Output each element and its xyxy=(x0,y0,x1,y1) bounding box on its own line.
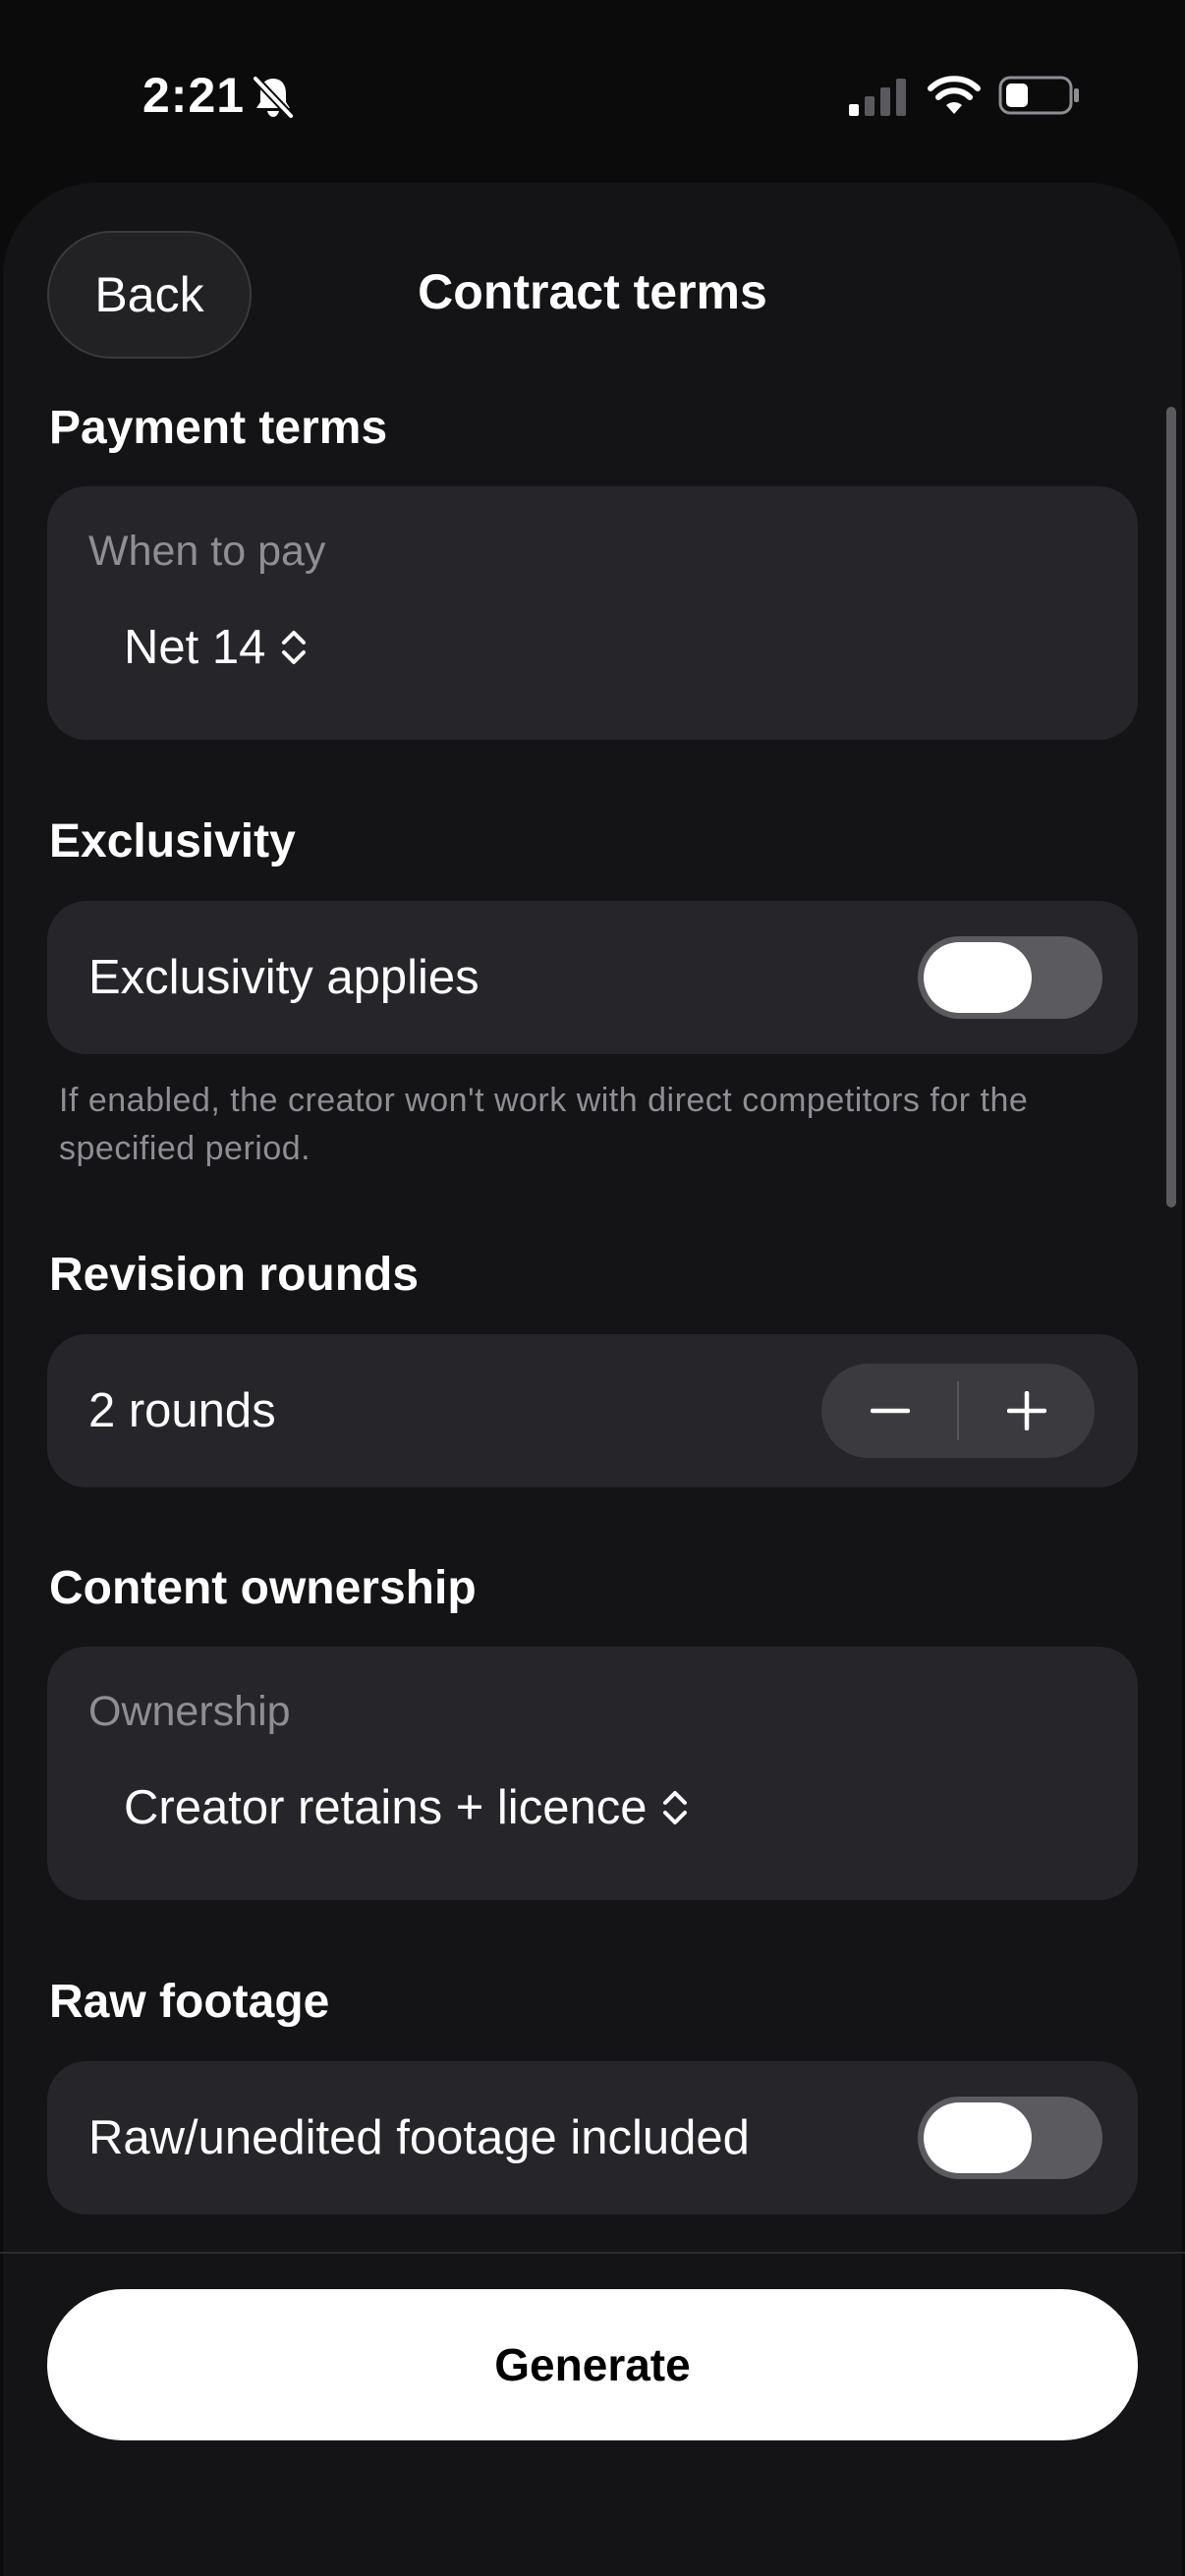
exclusivity-label: Exclusivity applies xyxy=(88,951,480,1004)
status-time: 2:21 xyxy=(142,68,246,123)
minus-icon xyxy=(870,1408,910,1414)
increment-button[interactable] xyxy=(958,1364,1095,1458)
exclusivity-title: Exclusivity xyxy=(49,815,296,868)
cellular-signal-icon xyxy=(849,79,906,116)
raw-footage-label: Raw/unedited footage included xyxy=(88,2111,750,2164)
wifi-icon xyxy=(928,76,981,114)
revision-rounds-value: 2 rounds xyxy=(88,1384,276,1437)
when-to-pay-label: When to pay xyxy=(88,528,326,575)
battery-icon xyxy=(998,76,1079,115)
raw-footage-toggle[interactable] xyxy=(918,2097,1102,2179)
content-ownership-title: Content ownership xyxy=(49,1562,477,1614)
payment-terms-card: When to pay Net 14 xyxy=(47,486,1138,740)
chevron-up-down-icon xyxy=(282,631,307,664)
ownership-value: Creator retains + licence xyxy=(124,1781,648,1834)
payment-terms-title: Payment terms xyxy=(49,402,388,454)
raw-footage-card: Raw/unedited footage included xyxy=(47,2061,1138,2214)
exclusivity-toggle[interactable] xyxy=(918,936,1102,1019)
plus-icon xyxy=(1006,1391,1046,1430)
revision-rounds-title: Revision rounds xyxy=(49,1249,420,1301)
generate-button[interactable]: Generate xyxy=(47,2289,1138,2440)
bottom-divider xyxy=(0,2252,1185,2254)
exclusivity-card: Exclusivity applies xyxy=(47,901,1138,1054)
raw-footage-title: Raw footage xyxy=(49,1976,330,2028)
page-title: Contract terms xyxy=(418,264,767,319)
revision-rounds-stepper xyxy=(821,1364,1095,1458)
bell-off-icon xyxy=(252,75,295,120)
decrement-button[interactable] xyxy=(821,1364,958,1458)
chevron-up-down-icon xyxy=(663,1791,688,1824)
when-to-pay-picker[interactable]: Net 14 xyxy=(124,620,309,675)
ownership-label: Ownership xyxy=(88,1688,291,1735)
status-bar: 2:21 xyxy=(0,0,1185,187)
when-to-pay-value: Net 14 xyxy=(124,621,266,674)
ownership-picker[interactable]: Creator retains + licence xyxy=(124,1780,690,1835)
content-ownership-card: Ownership Creator retains + licence xyxy=(47,1647,1138,1900)
scrollbar[interactable] xyxy=(1166,407,1176,1207)
toggle-knob xyxy=(924,942,1032,1013)
toggle-knob xyxy=(924,2102,1032,2173)
exclusivity-footnote: If enabled, the creator won't work with … xyxy=(59,1082,1029,1167)
screen: 2:21 Back Contract terms Payment terms W… xyxy=(0,0,1185,2576)
